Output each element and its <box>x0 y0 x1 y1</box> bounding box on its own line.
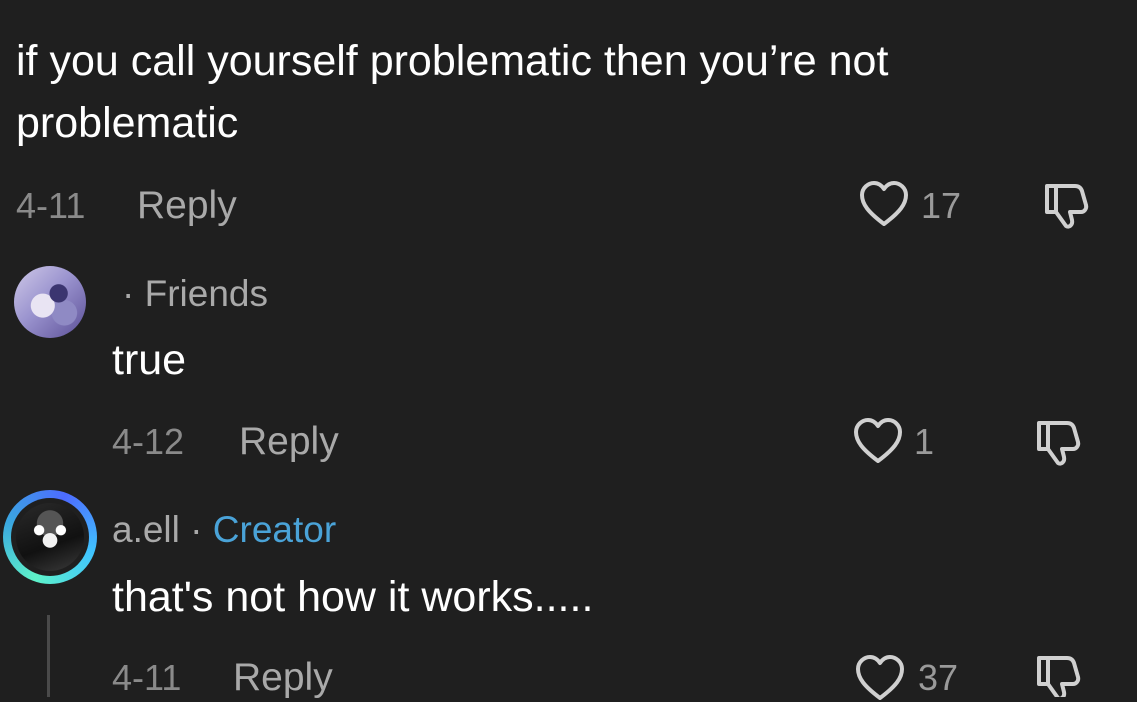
creator-avatar-image <box>16 503 84 571</box>
creator-username-line: a.ell · Creator <box>112 510 336 550</box>
reply-button[interactable]: Reply <box>239 422 339 462</box>
username-separator: · <box>190 509 203 550</box>
creator-reply-date: 4-11 <box>112 657 182 698</box>
heart-icon[interactable] <box>854 654 906 702</box>
creator-badge: Creator <box>212 509 337 550</box>
like-count: 17 <box>921 185 962 226</box>
heart-icon[interactable] <box>852 417 904 465</box>
comment-text-line-2: problematic <box>16 99 239 147</box>
heart-icon[interactable] <box>858 180 910 228</box>
like-count: 37 <box>918 657 959 698</box>
username-label: · Friends <box>122 273 268 314</box>
reply-text: true <box>112 336 187 384</box>
creator-avatar-border <box>11 498 89 576</box>
comment-text-line-1: if you call yourself problematic then yo… <box>16 37 889 85</box>
comment-date: 4-11 <box>16 185 86 226</box>
thread-line <box>47 615 50 697</box>
reply-button[interactable]: Reply <box>137 186 237 226</box>
avatar[interactable] <box>14 266 86 338</box>
thumbs-down-icon[interactable] <box>1031 417 1083 467</box>
thumbs-down-icon[interactable] <box>1039 180 1091 230</box>
creator-username[interactable]: a.ell <box>112 509 180 550</box>
creator-reply-text: that's not how it works..... <box>112 573 594 621</box>
reply-button[interactable]: Reply <box>233 658 333 698</box>
reply-date: 4-12 <box>112 421 185 462</box>
creator-avatar[interactable] <box>3 490 97 584</box>
like-count: 1 <box>914 421 935 462</box>
thumbs-down-icon[interactable] <box>1031 652 1083 697</box>
